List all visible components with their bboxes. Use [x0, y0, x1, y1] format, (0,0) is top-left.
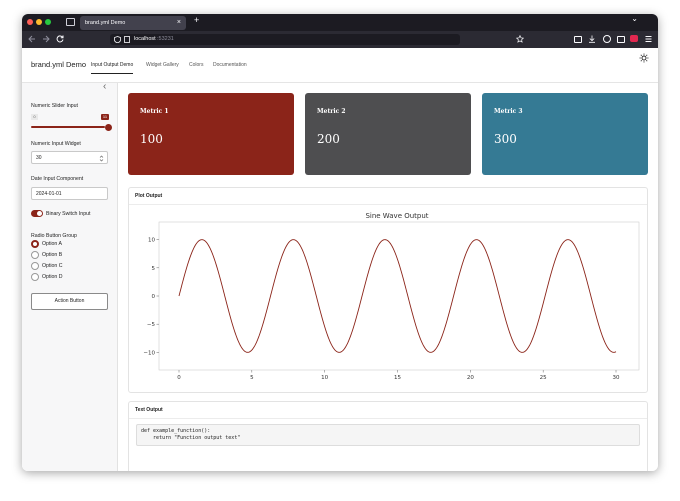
- date-input[interactable]: 2024-01-01: [31, 187, 108, 200]
- download-icon[interactable]: [588, 35, 596, 43]
- browser-tab-bar: brand.yml Demo × + ⌄: [22, 14, 658, 31]
- numeric-input-value: 30: [36, 155, 42, 161]
- radio-selected-indicator: [31, 240, 39, 248]
- slider-value-badge: 11: [101, 114, 109, 120]
- y-tick-label: 0: [152, 294, 156, 300]
- app-header: brand.yml Demo Input Output Demo Widget …: [22, 48, 658, 83]
- slider-thumb[interactable]: [105, 123, 112, 131]
- switch-knob: [37, 211, 42, 216]
- code-line-1: def example_function():: [141, 428, 211, 434]
- bookmark-star-icon[interactable]: [516, 35, 524, 43]
- browser-tab[interactable]: brand.yml Demo ×: [80, 16, 186, 30]
- back-arrow-icon[interactable]: [28, 35, 36, 43]
- slider-min-label: 0: [31, 114, 38, 120]
- radio-indicator: [31, 251, 39, 259]
- sine-chart: Sine Wave Output 0 5 10 15 20 25 30 10 5 0 −5 −10: [143, 212, 640, 381]
- date-input-label: Date Input Component: [31, 176, 84, 182]
- forward-arrow-icon[interactable]: [42, 35, 50, 43]
- radio-indicator: [31, 273, 39, 281]
- text-output-card: Text Output def example_function(): retu…: [128, 401, 648, 471]
- y-tick-label: 10: [148, 238, 155, 244]
- x-tick-label: 5: [250, 375, 254, 381]
- x-tick-label: 15: [394, 375, 401, 381]
- extension-badge-icon[interactable]: [630, 35, 638, 42]
- brand-title: brand.yml Demo: [31, 60, 87, 69]
- metric-1-value: 100: [140, 132, 163, 146]
- minimize-window-button[interactable]: [36, 19, 42, 25]
- metric-card-3: Metric 3 300: [482, 93, 648, 175]
- text-card-header: Text Output: [129, 402, 647, 419]
- metric-3-value: 300: [494, 132, 517, 146]
- plot-card-header: Plot Output: [129, 188, 647, 205]
- browser-tab-title: brand.yml Demo: [85, 20, 126, 26]
- hamburger-menu-icon[interactable]: [645, 35, 652, 43]
- tab-widget-gallery[interactable]: Widget Gallery: [146, 62, 179, 68]
- browser-nav-bar: localhost :53231: [22, 31, 658, 48]
- metric-1-title: Metric 1: [140, 108, 169, 115]
- slider-label: Numeric Slider Input: [31, 103, 78, 109]
- radio-group-label: Radio Button Group: [31, 233, 77, 239]
- metric-card-1: Metric 1 100: [128, 93, 294, 175]
- x-tick-label: 25: [540, 375, 547, 381]
- app-root: brand.yml Demo Input Output Demo Widget …: [22, 48, 658, 471]
- x-tick-label: 20: [467, 375, 474, 381]
- page-info-icon[interactable]: [124, 36, 130, 43]
- y-tick-label: −5: [147, 322, 156, 328]
- x-tick-label: 10: [321, 375, 328, 381]
- plot-frame: [158, 221, 640, 371]
- y-tick-label: −10: [143, 350, 155, 356]
- binary-switch[interactable]: [31, 210, 43, 217]
- series-line-sine: [178, 239, 617, 353]
- metric-3-title: Metric 3: [494, 108, 523, 115]
- code-line-2: return "Function output text": [141, 435, 241, 441]
- plot-card: Plot Output Sine Wave Output 0 5 10 15 20 25 3…: [128, 187, 648, 393]
- sidebar-collapse-icon[interactable]: ‹: [103, 81, 106, 92]
- account-icon[interactable]: [603, 35, 611, 43]
- metric-2-title: Metric 2: [317, 108, 346, 115]
- switch-label: Binary Switch Input: [46, 211, 91, 217]
- reload-icon[interactable]: [56, 35, 64, 43]
- numeric-input[interactable]: 30: [31, 151, 108, 164]
- tab-list-chevron-icon[interactable]: ⌄: [631, 14, 638, 23]
- x-tick-label: 0: [177, 375, 181, 381]
- radio-indicator: [31, 262, 39, 270]
- numeric-input-label: Numeric Input Widget: [31, 141, 81, 147]
- tab-colors[interactable]: Colors: [189, 62, 203, 68]
- x-tick-label: 30: [613, 375, 620, 381]
- url-port: :53231: [157, 36, 174, 42]
- chart-title: Sine Wave Output: [365, 212, 428, 220]
- tab-input-output-demo[interactable]: Input Output Demo: [91, 62, 134, 74]
- slider-track[interactable]: [31, 126, 105, 128]
- metric-card-2: Metric 2 200: [305, 93, 471, 175]
- shield-icon[interactable]: [114, 36, 121, 43]
- pocket-icon[interactable]: [574, 36, 582, 43]
- sidebar: ‹ Numeric Slider Input 0 11 Numeric Inpu…: [22, 81, 118, 471]
- url-host: localhost: [134, 36, 156, 42]
- url-bar[interactable]: localhost :53231: [110, 34, 460, 45]
- close-tab-icon[interactable]: ×: [177, 16, 181, 30]
- tab-documentation[interactable]: Documentation: [213, 62, 247, 68]
- stepper-arrows-icon[interactable]: [99, 155, 104, 162]
- metric-2-value: 200: [317, 132, 340, 146]
- sun-theme-icon[interactable]: [639, 53, 649, 63]
- date-input-value: 2024-01-01: [36, 191, 62, 197]
- extensions-icon[interactable]: [617, 36, 625, 43]
- maximize-window-button[interactable]: [45, 19, 51, 25]
- new-tab-icon[interactable]: +: [194, 15, 199, 25]
- action-button[interactable]: Action Button: [31, 293, 108, 310]
- tab-overview-icon[interactable]: [66, 18, 75, 26]
- code-block: def example_function(): return "Function…: [136, 424, 640, 446]
- y-tick-label: 5: [152, 266, 156, 272]
- close-window-button[interactable]: [27, 19, 33, 25]
- main-panel: Metric 1 100 Metric 2 200 Metric 3 300 P…: [118, 83, 658, 471]
- browser-window: brand.yml Demo × + ⌄ localhost :53231 br…: [22, 14, 658, 471]
